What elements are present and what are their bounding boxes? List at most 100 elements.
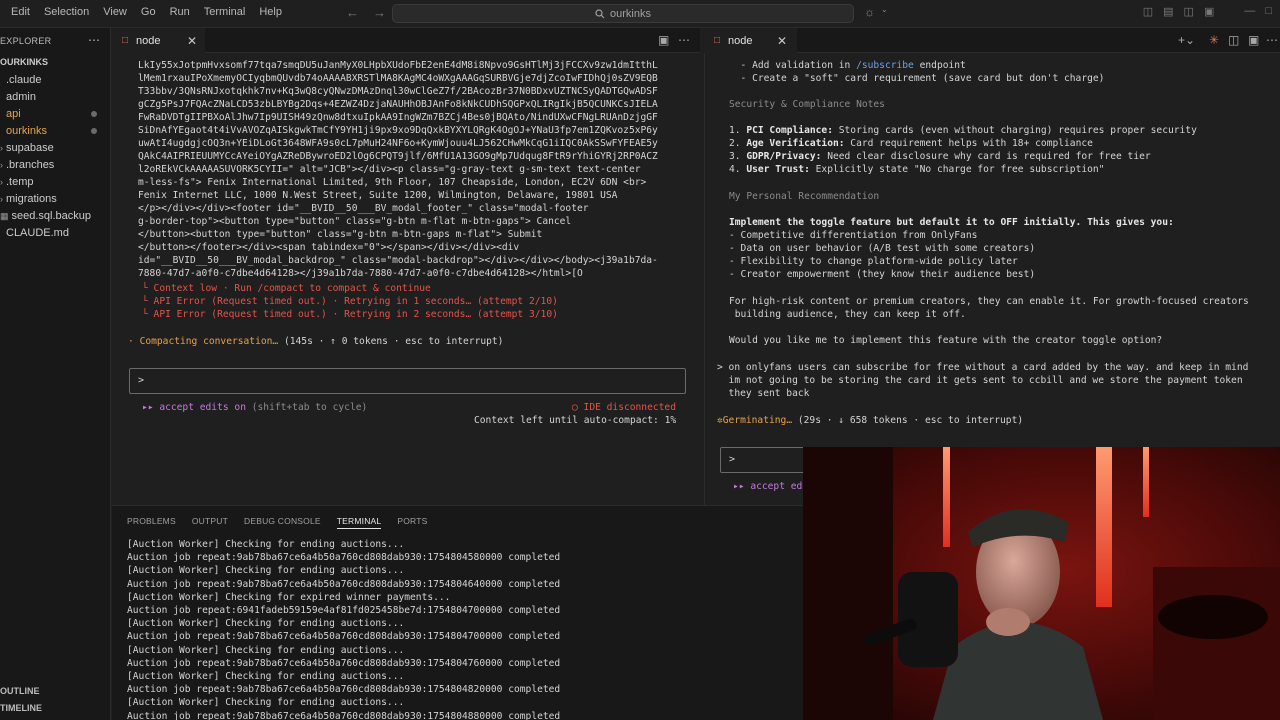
output-line: FwRaDVDTgIIPBXoAlJhw7Ip9UISH49zQnw8dtxuI… — [138, 112, 658, 123]
menu-view[interactable]: View — [96, 6, 134, 18]
right-terminal[interactable]: - Add validation in /subscribe endpoint … — [704, 53, 1280, 505]
log-line: [Auction Worker] Checking for expired wi… — [127, 591, 451, 603]
section-heading: My Personal Recommendation — [729, 191, 880, 202]
copilot-icon: ☼ — [864, 5, 875, 19]
error-line: └ API Error (Request timed out.) · Retry… — [142, 309, 558, 320]
terminal-tab-icon: □ — [714, 35, 721, 46]
list-item: 3. GDPR/Privacy: Need clear disclosure w… — [729, 151, 1151, 162]
menu-selection[interactable]: Selection — [37, 6, 96, 18]
log-line: Auction job repeat:9ab78ba67ce6a4b50a760… — [127, 552, 561, 564]
tree-item-temp[interactable]: › .temp — [0, 176, 34, 188]
split-icon[interactable]: ◫ — [1228, 33, 1239, 47]
status-symbol: · — [128, 336, 134, 347]
tab-label: node — [136, 34, 161, 47]
tab-debug-console[interactable]: DEBUG CONSOLE — [244, 516, 321, 529]
log-line: Auction job repeat:9ab78ba67ce6a4b50a760… — [127, 710, 561, 720]
tree-item-claude-md[interactable]: CLAUDE.md — [6, 227, 69, 239]
log-line: Auction job repeat:9ab78ba67ce6a4b50a760… — [127, 684, 561, 696]
tree-item-branches[interactable]: › .branches — [0, 159, 54, 171]
claude-icon[interactable]: ✳ — [1209, 33, 1219, 47]
window-controls: ◫ ▤ ◫ ▣ — □ — [1143, 5, 1272, 18]
recommendation: Implement the toggle feature but default… — [729, 217, 1174, 228]
nav-back-icon[interactable]: ← — [346, 5, 359, 20]
log-line: [Auction Worker] Checking for ending auc… — [127, 565, 405, 577]
output-line: T33bbv/3QNsRNJxotqkhk7nv+Kq3wQ8cyQNwzDMA… — [138, 86, 658, 97]
chevron-right-icon: › — [0, 143, 3, 153]
nav-forward-icon[interactable]: → — [373, 5, 386, 20]
file-icon: ▦ — [0, 211, 9, 221]
output-line: 7880-47d7-a0f0-c7dbe4d64128></j39a1b7da-… — [138, 268, 583, 279]
layout-panel-icon[interactable]: ▤ — [1163, 5, 1173, 18]
log-line: [Auction Worker] Checking for ending auc… — [127, 644, 405, 656]
more-icon[interactable]: ⋯ — [88, 33, 100, 47]
project-title[interactable]: OURKINKS — [0, 57, 48, 67]
tree-item-migrations[interactable]: › migrations — [0, 193, 57, 205]
close-icon[interactable]: ✕ — [187, 34, 197, 48]
outline-section[interactable]: OUTLINE — [0, 686, 40, 696]
maximize-icon[interactable]: □ — [1265, 5, 1272, 18]
tab-node-right[interactable]: □ node ✕ — [704, 28, 797, 53]
list-item: 1. PCI Compliance: Storing cards (even w… — [729, 125, 1197, 136]
add-icon[interactable]: +⌄ — [1178, 33, 1195, 47]
tree-item-api[interactable]: api — [6, 108, 21, 120]
error-line: └ API Error (Request timed out.) · Retry… — [142, 296, 558, 307]
user-message-line: > on onlyfans users can subscribe for fr… — [717, 362, 1249, 373]
output-line: g-border-top"><button type="button" clas… — [138, 216, 572, 227]
modified-dot — [91, 128, 97, 134]
layout-custom-icon[interactable]: ▣ — [1204, 5, 1214, 18]
tab-output[interactable]: OUTPUT — [192, 516, 228, 529]
status-line: ✲Germinating… (29s · ↓ 658 tokens · esc … — [717, 414, 1023, 427]
menu-bar: Edit Selection View Go Run Terminal Help — [4, 6, 289, 18]
output-line: l2oREkVCkAAAAASUVORK5CYII=" alt="JCB"></… — [138, 164, 641, 175]
close-icon[interactable]: ✕ — [777, 34, 787, 48]
output-line: SiDnAfYEgaot4t4iVvAVOZqAISkgwkTmCfY9YH1j… — [138, 125, 658, 136]
tree-item-seed-backup[interactable]: ▦ seed.sql.backup — [0, 210, 91, 222]
context-left: Context left until auto-compact: 1% — [474, 415, 677, 426]
menu-go[interactable]: Go — [134, 6, 163, 18]
more-icon[interactable]: ⋯ — [1266, 33, 1278, 47]
status-main: Compacting conversation… — [139, 336, 279, 347]
layout-editor-icon[interactable]: ◫ — [1184, 5, 1194, 18]
output-line: uwAtI4ugdgjcOQ3n+YEiDLoGt3648WFA9s0cL7pM… — [138, 138, 658, 149]
prompt-input[interactable]: > — [129, 368, 686, 394]
list-item: 4. User Trust: Explicitly state "No char… — [729, 164, 1105, 175]
more-icon[interactable]: ⋯ — [678, 33, 690, 47]
menu-edit[interactable]: Edit — [4, 6, 37, 18]
section-heading: Security & Compliance Notes — [729, 99, 885, 110]
tab-node-left[interactable]: □ node ✕ — [112, 28, 205, 53]
output-line: LkIy55xJotpmHvxsomf77tqa7smqDU5uJanMyX0L… — [138, 60, 658, 71]
status-main: Germinating… — [722, 415, 793, 426]
modified-dot — [91, 111, 97, 117]
output-line: QAkC4AIPRIEUUMYCcAYeiOYgAZReDBywroED2lOg… — [138, 151, 658, 162]
menu-help[interactable]: Help — [252, 6, 289, 18]
list-item: - Creator empowerment (they know their a… — [729, 269, 1036, 280]
tab-ports[interactable]: PORTS — [397, 516, 427, 529]
menu-terminal[interactable]: Terminal — [197, 6, 253, 18]
chevron-right-icon: › — [0, 177, 3, 187]
output-line: </p></div></div><footer id="__BVID__50__… — [138, 203, 589, 214]
copilot-menu[interactable]: ☼ ⌄ — [864, 5, 888, 19]
log-line: [Auction Worker] Checking for ending auc… — [127, 539, 405, 550]
layout-icon[interactable]: ▣ — [1248, 33, 1259, 47]
mode-line: ▸▸ accept edits on (shift+tab to cycle) — [142, 401, 367, 414]
user-message-line: they sent back — [717, 388, 810, 399]
menu-run[interactable]: Run — [163, 6, 197, 18]
lock-icon[interactable]: ▣ — [658, 33, 669, 47]
command-center-search[interactable]: ourkinks — [392, 4, 854, 23]
tree-item-ourkinks[interactable]: ourkinks — [6, 125, 47, 137]
tab-terminal[interactable]: TERMINAL — [336, 516, 382, 529]
minimize-icon[interactable]: — — [1244, 5, 1255, 18]
search-icon — [595, 8, 605, 18]
paragraph-line: building audience, they can keep it off. — [729, 309, 966, 320]
tree-item-supabase[interactable]: › supabase — [0, 142, 54, 154]
tab-problems[interactable]: PROBLEMS — [127, 516, 176, 529]
left-terminal[interactable]: LkIy55xJotpmHvxsomf77tqa7smqDU5uJanMyX0L… — [112, 53, 700, 505]
chevron-down-icon: ⌄ — [881, 5, 888, 14]
prompt-symbol: > — [729, 454, 736, 465]
tree-item-claude[interactable]: .claude — [6, 74, 41, 86]
tree-item-admin[interactable]: admin — [6, 91, 36, 103]
layout-sidebar-icon[interactable]: ◫ — [1143, 5, 1153, 18]
output-line: gCZg5PsJ7FQAcZNaLCD53zbLBYBg2Dqs+4EZWZ4D… — [138, 99, 658, 110]
timeline-section[interactable]: TIMELINE — [0, 703, 42, 713]
paragraph-line: For high-risk content or premium creator… — [729, 296, 1249, 307]
